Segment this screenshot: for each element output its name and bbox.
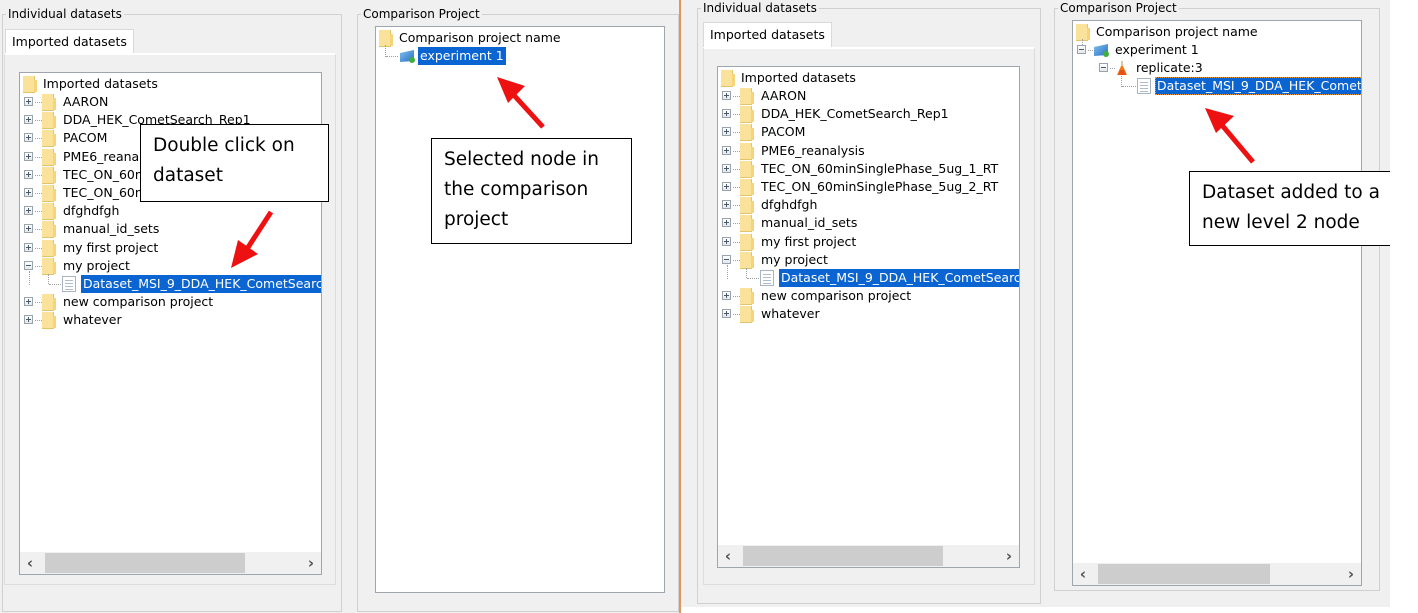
arrow-head [1205, 108, 1234, 133]
arrow-shaft [1219, 122, 1255, 164]
annotation-arrow [231, 77, 545, 268]
arrow-shaft [242, 210, 274, 254]
arrow-head [231, 240, 258, 268]
left-screenshot: Individual datasets Imported datasets Im… [0, 0, 679, 613]
arrow-shaft [509, 90, 545, 129]
right-screenshot: Individual datasets Imported datasets Im… [681, 0, 1390, 607]
annotation-arrow [1205, 108, 1255, 164]
